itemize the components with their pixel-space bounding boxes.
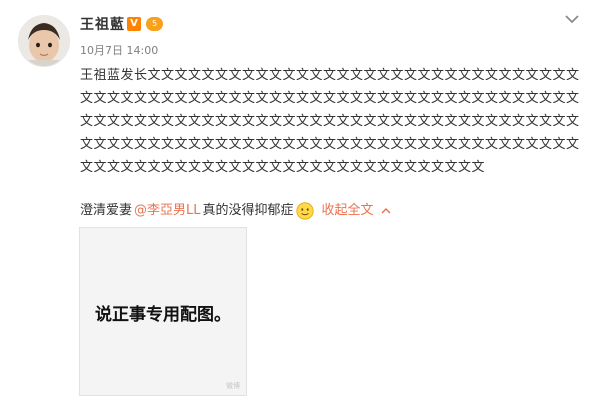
avatar-image	[19, 16, 69, 66]
mention-link[interactable]: @李亞男LL	[134, 201, 201, 221]
chevron-up-icon[interactable]	[380, 206, 392, 216]
post-text-last-line: 澄清爱妻 @李亞男LL 真的没得抑郁症 收起全文	[80, 201, 392, 221]
last-line-suffix: 真的没得抑郁症	[202, 203, 294, 218]
chevron-down-icon[interactable]	[563, 12, 581, 26]
smile-emoji-icon	[295, 202, 314, 220]
post-image[interactable]: 说正事专用配图。 微博	[79, 227, 247, 396]
post-text: 王祖蓝发长文文文文文文文文文文文文文文文文文文文文文文文文文文文文文文文文文文文…	[80, 68, 580, 175]
last-line-prefix: 澄清爱妻	[80, 203, 133, 218]
image-watermark: 微博	[226, 382, 240, 390]
verified-icon: V	[127, 17, 141, 31]
avatar[interactable]	[18, 15, 70, 67]
image-caption: 说正事专用配图。	[95, 305, 231, 325]
post-time[interactable]: 10月7日 14:00	[80, 42, 158, 58]
collapse-button[interactable]: 收起全文	[322, 201, 374, 221]
level-badge-icon[interactable]: 5	[146, 17, 163, 31]
username[interactable]: 王祖藍	[80, 14, 125, 34]
